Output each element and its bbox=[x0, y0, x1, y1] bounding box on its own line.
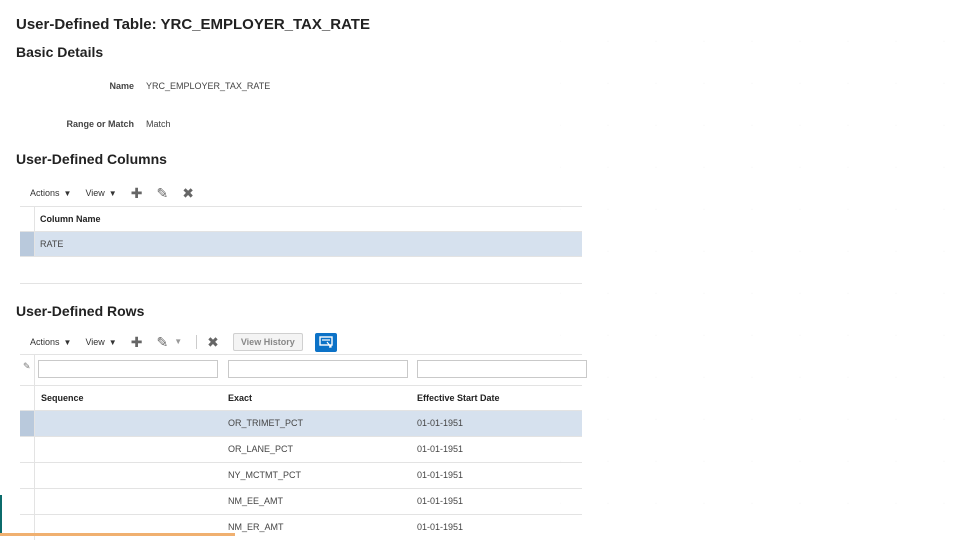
left-accent-bar bbox=[0, 495, 2, 535]
page-title: User-Defined Table: YRC_EMPLOYER_TAX_RAT… bbox=[16, 16, 370, 33]
basic-details-title: Basic Details bbox=[16, 44, 104, 60]
background-pattern bbox=[560, 0, 960, 540]
detach-icon bbox=[319, 336, 333, 348]
exact-cell: NY_MCTMT_PCT bbox=[228, 470, 302, 480]
range-or-match-value: Match bbox=[146, 119, 171, 129]
chevron-down-icon: ▼ bbox=[108, 188, 117, 198]
effective-start-date-cell: 01-01-1951 bbox=[417, 418, 464, 428]
rows-actions-menu[interactable]: Actions ▼ bbox=[30, 337, 71, 347]
chevron-down-icon[interactable]: ▼ bbox=[174, 338, 182, 346]
columns-grid-header: Column Name bbox=[20, 207, 582, 232]
column-name-header[interactable]: Column Name bbox=[40, 207, 101, 231]
exact-cell: OR_TRIMET_PCT bbox=[228, 418, 304, 428]
effective-start-date-filter-input[interactable] bbox=[417, 360, 587, 378]
x-icon[interactable]: ✖ bbox=[207, 335, 219, 349]
columns-actions-menu[interactable]: Actions ▼ bbox=[30, 188, 71, 198]
effective-start-date-cell: 01-01-1951 bbox=[417, 444, 464, 454]
view-history-button[interactable]: View History bbox=[232, 333, 303, 351]
detach-button[interactable] bbox=[314, 332, 337, 352]
pencil-icon[interactable]: ✎ bbox=[156, 335, 168, 349]
table-row[interactable]: NM_ER_AMT 01-01-1951 bbox=[20, 515, 582, 540]
rows-toolbar: Actions ▼ View ▼ ✚ ✎ ▼ ✖ View History bbox=[30, 332, 337, 352]
exact-filter-input[interactable] bbox=[228, 360, 408, 378]
columns-section-divider bbox=[20, 283, 582, 284]
exact-cell: NM_ER_AMT bbox=[228, 522, 284, 532]
filter-row: ✎ bbox=[20, 355, 587, 386]
column-name-cell: RATE bbox=[40, 239, 64, 249]
effective-start-date-header[interactable]: Effective Start Date bbox=[417, 386, 500, 410]
rows-grid: ✎ Sequence Exact Effective Start Date OR… bbox=[20, 355, 587, 540]
effective-start-date-cell: 01-01-1951 bbox=[417, 496, 464, 506]
sequence-filter-input[interactable] bbox=[38, 360, 218, 378]
rows-grid-header: Sequence Exact Effective Start Date bbox=[20, 386, 582, 411]
columns-toolbar: Actions ▼ View ▼ ✚ ✎ ✖ bbox=[30, 183, 208, 203]
name-value: YRC_EMPLOYER_TAX_RATE bbox=[146, 81, 271, 91]
sequence-header[interactable]: Sequence bbox=[41, 386, 84, 410]
columns-grid: Column Name RATE bbox=[20, 207, 582, 257]
rows-view-menu[interactable]: View ▼ bbox=[85, 337, 116, 347]
columns-section-title: User-Defined Columns bbox=[16, 151, 167, 167]
clear-filter-icon[interactable]: ✎ bbox=[23, 361, 31, 372]
table-row[interactable]: RATE bbox=[20, 232, 582, 257]
columns-view-menu[interactable]: View ▼ bbox=[85, 188, 116, 198]
rows-section-title: User-Defined Rows bbox=[16, 303, 145, 319]
bottom-accent-bar bbox=[0, 533, 235, 536]
plus-icon[interactable]: ✚ bbox=[131, 335, 143, 349]
chevron-down-icon: ▼ bbox=[63, 188, 72, 198]
pencil-icon[interactable]: ✎ bbox=[156, 186, 168, 200]
toolbar-separator bbox=[196, 335, 198, 349]
table-row[interactable]: OR_LANE_PCT 01-01-1951 bbox=[20, 437, 582, 463]
plus-icon[interactable]: ✚ bbox=[131, 186, 143, 200]
exact-header[interactable]: Exact bbox=[228, 386, 252, 410]
table-row[interactable]: NM_EE_AMT 01-01-1951 bbox=[20, 489, 582, 515]
exact-cell: OR_LANE_PCT bbox=[228, 444, 294, 454]
chevron-down-icon: ▼ bbox=[63, 337, 72, 347]
range-or-match-label: Range or Match bbox=[66, 119, 134, 129]
table-row[interactable]: OR_TRIMET_PCT 01-01-1951 bbox=[20, 411, 582, 437]
table-row[interactable]: NY_MCTMT_PCT 01-01-1951 bbox=[20, 463, 582, 489]
chevron-down-icon: ▼ bbox=[108, 337, 117, 347]
name-label: Name bbox=[109, 81, 134, 91]
effective-start-date-cell: 01-01-1951 bbox=[417, 522, 464, 532]
effective-start-date-cell: 01-01-1951 bbox=[417, 470, 464, 480]
x-icon[interactable]: ✖ bbox=[182, 186, 194, 200]
exact-cell: NM_EE_AMT bbox=[228, 496, 284, 506]
